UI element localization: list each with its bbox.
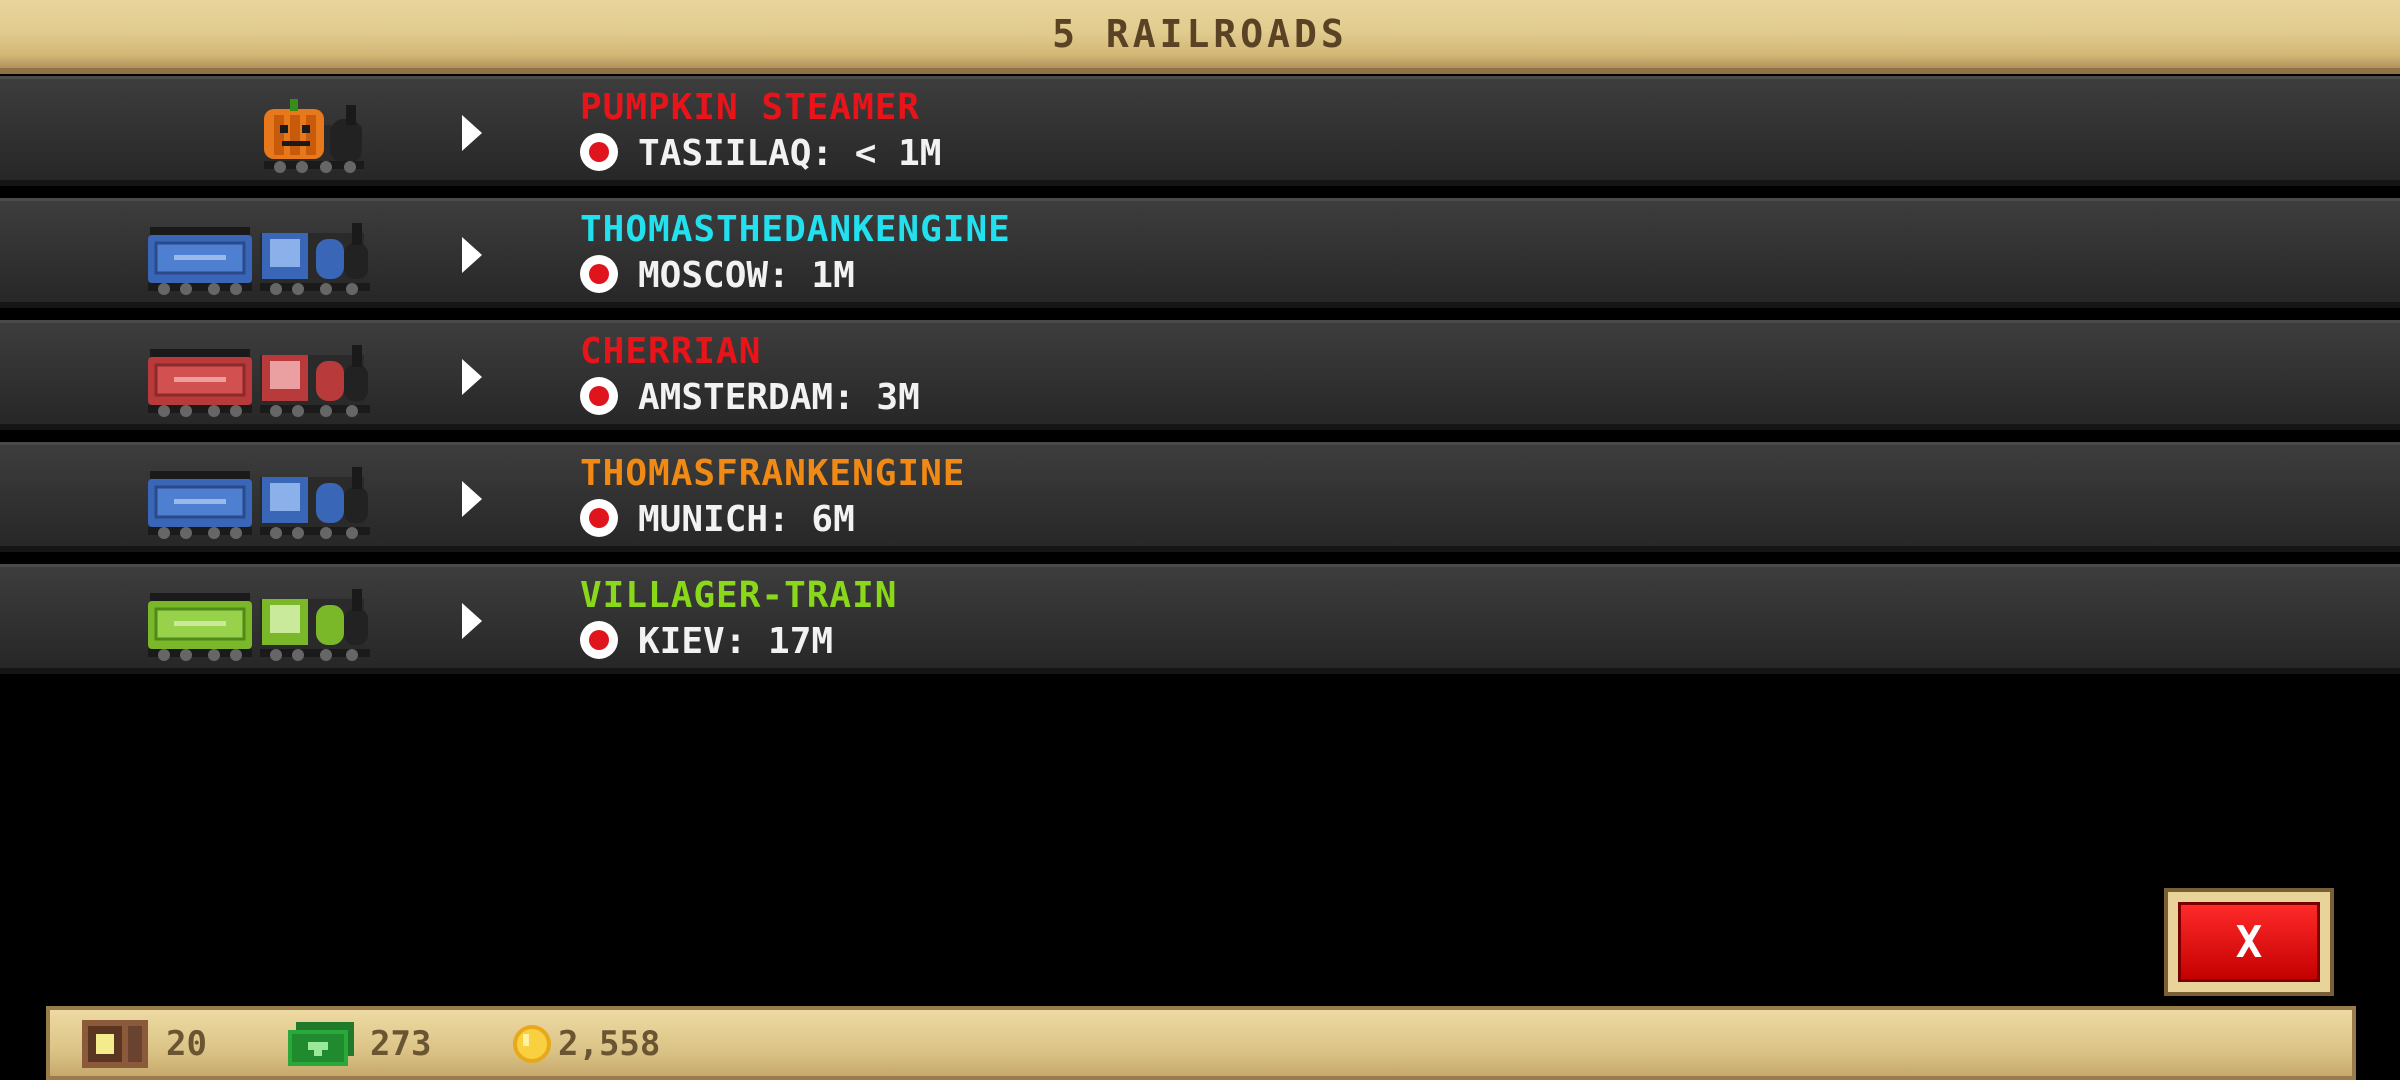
city-label: TASIILAQ: < 1M (638, 133, 942, 174)
railroad-name: PUMPKIN STEAMER (580, 87, 921, 128)
city-label: AMSTERDAM: 3M (638, 377, 920, 418)
coin-icon (513, 1025, 551, 1063)
header-banner: 5 RAILROADS (0, 0, 2400, 74)
railroad-name: THOMASFRANKENGINE (580, 453, 966, 494)
city-pin-icon (580, 255, 618, 293)
expand-arrow-icon[interactable] (462, 237, 482, 273)
cash-icon (288, 1022, 354, 1066)
railroad-name: CHERRIAN (580, 331, 762, 372)
railroad-name: VILLAGER-TRAIN (580, 575, 898, 616)
crates-count: 20 (166, 1024, 207, 1064)
railroad-name: THOMASTHEDANKENGINE (580, 209, 1011, 250)
coins-count: 2,558 (558, 1024, 661, 1064)
crate-icon (82, 1020, 148, 1068)
close-button-face[interactable]: X (2178, 902, 2320, 982)
city-label: KIEV: 17M (638, 621, 834, 662)
city-pin-icon (580, 499, 618, 537)
railroad-row-thomasthedankengine[interactable]: THOMASTHEDANKENGINE MOSCOW: 1M (0, 198, 2400, 308)
page-title: 5 RAILROADS (1052, 12, 1348, 56)
city-pin-icon (580, 377, 618, 415)
expand-arrow-icon[interactable] (462, 603, 482, 639)
expand-arrow-icon[interactable] (462, 115, 482, 151)
blue-train-icon (148, 467, 370, 539)
expand-arrow-icon[interactable] (462, 481, 482, 517)
cash-count: 273 (370, 1024, 432, 1064)
red-train-icon (148, 345, 370, 417)
city-pin-icon (580, 133, 618, 171)
green-train-icon (148, 589, 370, 661)
city-pin-icon (580, 621, 618, 659)
close-button[interactable]: X (2164, 888, 2334, 996)
railroad-row-villager-train[interactable]: VILLAGER-TRAIN KIEV: 17M (0, 564, 2400, 674)
railroad-row-thomasfrankengine[interactable]: THOMASFRANKENGINE MUNICH: 6M (0, 442, 2400, 552)
city-label: MOSCOW: 1M (638, 255, 855, 296)
railroad-row-cherrian[interactable]: CHERRIAN AMSTERDAM: 3M (0, 320, 2400, 430)
close-icon: X (2235, 916, 2263, 968)
resource-bar: 20 273 2,558 (46, 1006, 2356, 1080)
expand-arrow-icon[interactable] (462, 359, 482, 395)
pumpkin-train-icon (264, 99, 364, 173)
city-label: MUNICH: 6M (638, 499, 855, 540)
blue-train-icon (148, 223, 370, 295)
railroad-row-pumpkin-steamer[interactable]: PUMPKIN STEAMER TASIILAQ: < 1M (0, 76, 2400, 186)
